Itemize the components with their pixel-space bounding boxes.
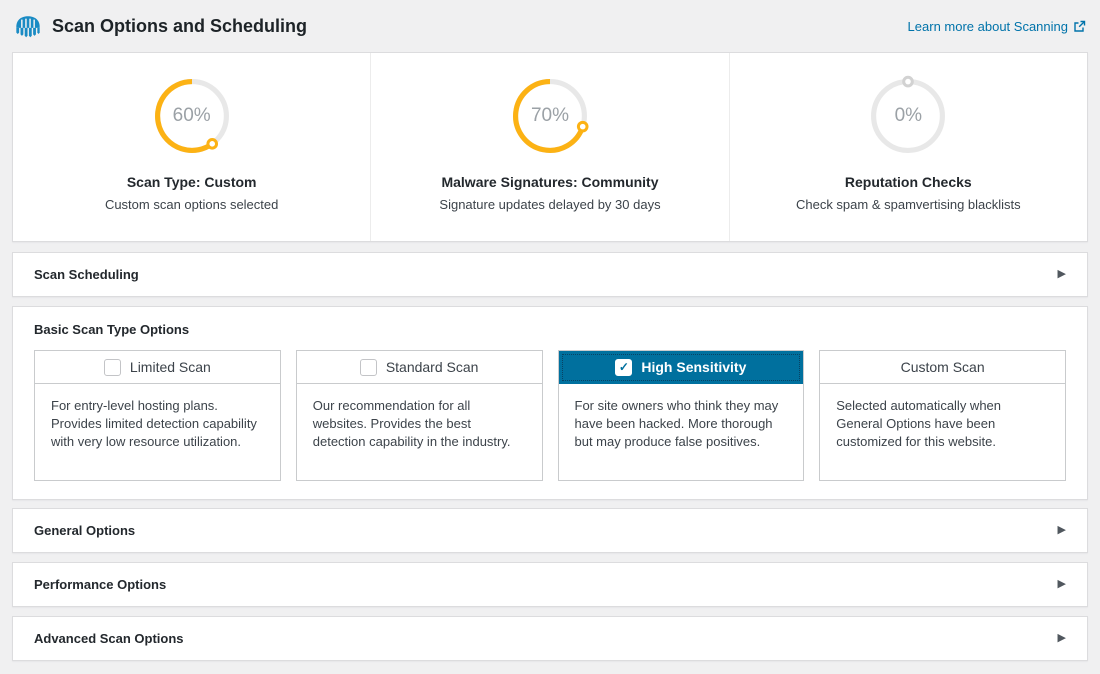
accordion-performance-options[interactable]: Performance Options <box>12 562 1088 607</box>
malware-signatures-status: 70% Malware Signatures: Community Signat… <box>371 53 729 241</box>
scan-card-high-sensitivity[interactable]: High Sensitivity For site owners who thi… <box>558 350 805 481</box>
scan-type-cards: Limited Scan For entry-level hosting pla… <box>34 350 1066 481</box>
scan-card-standard[interactable]: Standard Scan Our recommendation for all… <box>296 350 543 481</box>
learn-more-link[interactable]: Learn more about Scanning <box>908 19 1086 34</box>
high-sensitivity-description: For site owners who think they may have … <box>559 384 804 480</box>
malware-signatures-percent: 70% <box>507 73 593 159</box>
learn-more-label: Learn more about Scanning <box>908 19 1068 34</box>
chevron-right-icon[interactable] <box>1058 269 1066 280</box>
chevron-right-icon[interactable] <box>1058 579 1066 590</box>
high-sensitivity-checkbox-checked-icon[interactable] <box>615 359 632 376</box>
scan-card-custom[interactable]: Custom Scan Selected automatically when … <box>819 350 1066 481</box>
external-link-icon <box>1073 20 1086 33</box>
reputation-checks-percent: 0% <box>865 73 951 159</box>
accordion-advanced-scan-options[interactable]: Advanced Scan Options <box>12 616 1088 661</box>
high-sensitivity-label: High Sensitivity <box>641 359 746 375</box>
scan-type-progress-ring: 60% <box>149 73 235 159</box>
reputation-checks-progress-ring: 0% <box>865 73 951 159</box>
page-header: Scan Options and Scheduling Learn more a… <box>0 0 1100 52</box>
page-title: Scan Options and Scheduling <box>52 16 307 37</box>
scan-options-page: Scan Options and Scheduling Learn more a… <box>0 0 1100 674</box>
accordion-advanced-scan-options-label: Advanced Scan Options <box>34 631 184 646</box>
reputation-checks-title: Reputation Checks <box>730 174 1087 190</box>
limited-scan-description: For entry-level hosting plans. Provides … <box>35 384 280 480</box>
scan-type-subtitle: Custom scan options selected <box>13 197 370 212</box>
wordfence-fence-icon <box>14 14 42 39</box>
reputation-checks-subtitle: Check spam & spamvertising blacklists <box>730 197 1087 212</box>
chevron-right-icon[interactable] <box>1058 525 1066 536</box>
scan-card-limited[interactable]: Limited Scan For entry-level hosting pla… <box>34 350 281 481</box>
accordion-scan-scheduling-label: Scan Scheduling <box>34 267 139 282</box>
scan-card-high-sensitivity-header[interactable]: High Sensitivity <box>559 351 804 384</box>
scan-type-status: 60% Scan Type: Custom Custom scan option… <box>13 53 371 241</box>
custom-scan-description: Selected automatically when General Opti… <box>820 384 1065 480</box>
standard-scan-description: Our recommendation for all websites. Pro… <box>297 384 542 480</box>
scan-card-standard-header[interactable]: Standard Scan <box>297 351 542 384</box>
standard-scan-label: Standard Scan <box>386 359 479 375</box>
scan-type-title: Scan Type: Custom <box>13 174 370 190</box>
basic-scan-type-title: Basic Scan Type Options <box>34 307 1066 350</box>
standard-scan-checkbox[interactable] <box>360 359 377 376</box>
chevron-right-icon[interactable] <box>1058 633 1066 644</box>
malware-signatures-subtitle: Signature updates delayed by 30 days <box>371 197 728 212</box>
accordion-performance-options-label: Performance Options <box>34 577 166 592</box>
accordion-general-options[interactable]: General Options <box>12 508 1088 553</box>
basic-scan-type-panel: Basic Scan Type Options Limited Scan For… <box>12 306 1088 500</box>
custom-scan-label: Custom Scan <box>901 359 985 375</box>
scan-type-percent: 60% <box>149 73 235 159</box>
scan-status-panel: 60% Scan Type: Custom Custom scan option… <box>12 52 1088 242</box>
limited-scan-checkbox[interactable] <box>104 359 121 376</box>
limited-scan-label: Limited Scan <box>130 359 211 375</box>
reputation-checks-status: 0% Reputation Checks Check spam & spamve… <box>730 53 1087 241</box>
malware-signatures-progress-ring: 70% <box>507 73 593 159</box>
scan-card-custom-header[interactable]: Custom Scan <box>820 351 1065 384</box>
accordion-scan-scheduling[interactable]: Scan Scheduling <box>12 252 1088 297</box>
malware-signatures-title: Malware Signatures: Community <box>371 174 728 190</box>
accordion-general-options-label: General Options <box>34 523 135 538</box>
scan-card-limited-header[interactable]: Limited Scan <box>35 351 280 384</box>
